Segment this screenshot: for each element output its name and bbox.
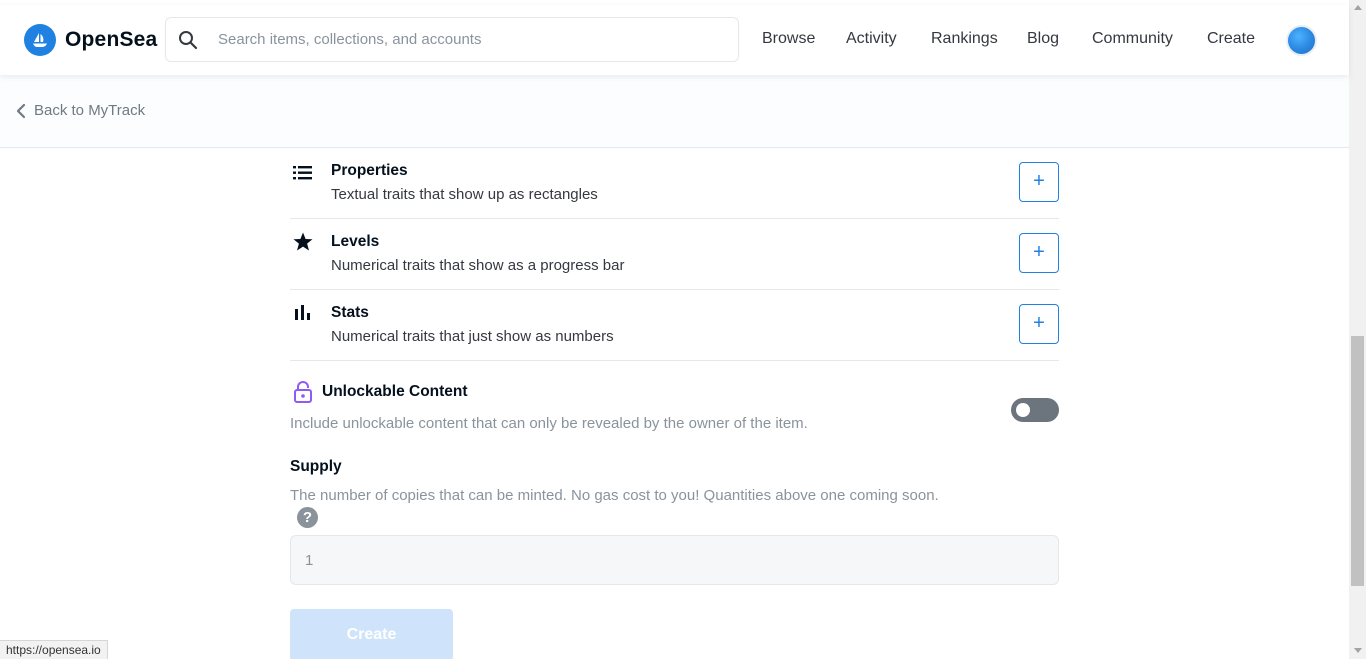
unlockable-toggle[interactable] bbox=[1011, 398, 1059, 422]
toggle-knob bbox=[1016, 403, 1030, 417]
nav-browse[interactable]: Browse bbox=[762, 30, 815, 48]
page-scrollbar[interactable] bbox=[1349, 0, 1366, 659]
add-stats-button[interactable]: + bbox=[1019, 304, 1059, 344]
bar-chart-icon bbox=[295, 305, 310, 320]
trait-row-levels: Levels Numerical traits that show as a p… bbox=[290, 219, 1059, 290]
create-button[interactable]: Create bbox=[290, 609, 453, 659]
list-icon bbox=[293, 166, 312, 180]
unlockable-description: Include unlockable content that can only… bbox=[290, 415, 808, 432]
unlockable-title: Unlockable Content bbox=[322, 383, 468, 400]
search-bar bbox=[165, 17, 739, 62]
scroll-down-icon[interactable] bbox=[1354, 648, 1362, 653]
account-avatar[interactable] bbox=[1286, 25, 1317, 56]
status-bar-url: https://opensea.io bbox=[0, 640, 108, 659]
supply-input[interactable] bbox=[290, 535, 1059, 585]
trait-row-properties: Properties Textual traits that show up a… bbox=[290, 148, 1059, 219]
add-levels-button[interactable]: + bbox=[1019, 233, 1059, 273]
trait-title: Properties bbox=[331, 162, 408, 179]
scroll-up-icon[interactable] bbox=[1354, 5, 1362, 10]
search-input[interactable] bbox=[218, 18, 728, 61]
star-icon bbox=[293, 232, 313, 251]
help-icon[interactable]: ? bbox=[297, 507, 318, 528]
trait-description: Numerical traits that just show as numbe… bbox=[331, 328, 614, 345]
trait-description: Textual traits that show up as rectangle… bbox=[331, 186, 598, 203]
opensea-logo-link[interactable]: OpenSea bbox=[24, 24, 157, 56]
search-icon bbox=[179, 31, 198, 50]
page: OpenSea Browse Activity Rankings Blog Co… bbox=[0, 0, 1366, 659]
nav-community[interactable]: Community bbox=[1092, 30, 1173, 48]
trait-description: Numerical traits that show as a progress… bbox=[331, 257, 625, 274]
back-bar: Back to MyTrack bbox=[0, 75, 1349, 148]
trait-title: Levels bbox=[331, 233, 380, 250]
chevron-left-icon bbox=[16, 103, 26, 118]
trait-row-stats: Stats Numerical traits that just show as… bbox=[290, 290, 1059, 361]
nav-activity[interactable]: Activity bbox=[846, 30, 897, 48]
lock-icon bbox=[294, 381, 312, 403]
nav-create[interactable]: Create bbox=[1207, 30, 1255, 48]
opensea-logo-icon bbox=[24, 24, 56, 56]
nav-rankings[interactable]: Rankings bbox=[931, 30, 998, 48]
top-navbar: OpenSea Browse Activity Rankings Blog Co… bbox=[0, 5, 1349, 75]
trait-title: Stats bbox=[331, 304, 369, 321]
supply-description: The number of copies that can be minted.… bbox=[290, 487, 939, 504]
create-item-form: Properties Textual traits that show up a… bbox=[290, 148, 1059, 659]
add-properties-button[interactable]: + bbox=[1019, 162, 1059, 202]
unlockable-content-section: Unlockable Content Include unlockable co… bbox=[290, 377, 1059, 447]
back-link[interactable]: Back to MyTrack bbox=[16, 102, 145, 119]
back-link-label: Back to MyTrack bbox=[34, 102, 146, 119]
supply-title: Supply bbox=[290, 458, 342, 475]
scroll-thumb[interactable] bbox=[1351, 336, 1364, 586]
brand-name: OpenSea bbox=[65, 28, 158, 51]
nav-blog[interactable]: Blog bbox=[1027, 30, 1059, 48]
